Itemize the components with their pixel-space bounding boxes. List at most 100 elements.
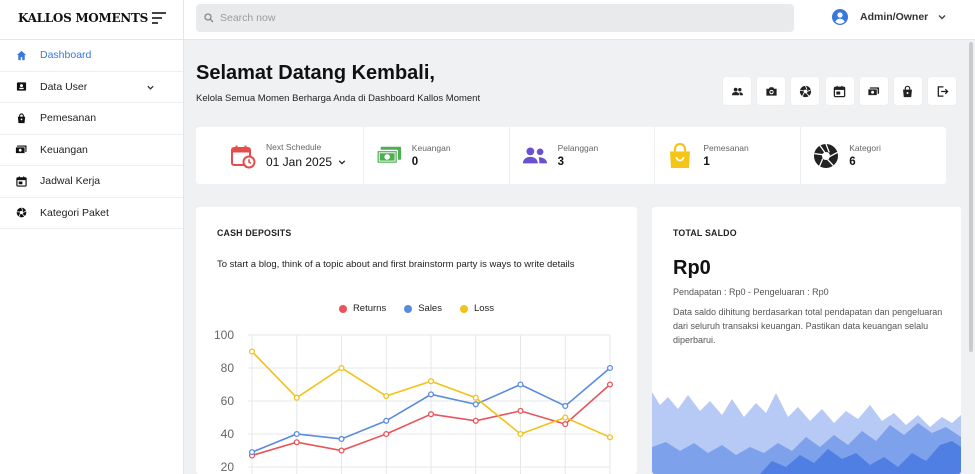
y-tick-label: 100	[214, 328, 234, 342]
sidebar-item-jadwal-kerja[interactable]: Jadwal Kerja	[0, 166, 183, 198]
stat-keuangan[interactable]: Keuangan 0	[364, 127, 510, 184]
user-card-icon	[15, 81, 27, 93]
camera-icon	[766, 86, 777, 96]
card-title: TOTAL SALDO	[673, 228, 737, 238]
data-point-returns	[517, 407, 524, 414]
legend-label: Sales	[418, 303, 442, 314]
bag-icon	[667, 142, 693, 169]
quick-jadwal-button[interactable]	[825, 77, 854, 105]
data-point-sales	[248, 449, 256, 456]
money-icon	[15, 144, 27, 156]
sidebar-item-kategori-paket[interactable]: Kategori Paket	[0, 198, 183, 229]
data-point-loss	[338, 364, 345, 372]
sidebar-item-data-user[interactable]: Data User	[0, 72, 183, 103]
data-point-sales	[427, 391, 435, 398]
sidebar-item-pemesanan[interactable]: Pemesanan	[0, 103, 183, 135]
y-tick-label: 80	[221, 361, 235, 375]
search-bar[interactable]	[196, 4, 794, 32]
cash-deposits-line-chart: 20 40 60 80 100	[214, 328, 614, 474]
data-point-loss	[293, 394, 300, 401]
menu-toggle-icon[interactable]	[152, 12, 166, 24]
y-tick-label: 60	[221, 394, 235, 408]
data-point-sales	[383, 417, 390, 424]
stat-pemesanan[interactable]: Pemesanan 1	[655, 127, 802, 184]
scrollbar-thumb[interactable]	[969, 42, 973, 352]
app-logo[interactable]: KALLOS MOMENTS	[18, 11, 148, 25]
data-point-loss	[606, 434, 614, 441]
sidebar-item-dashboard[interactable]: Dashboard	[0, 40, 183, 72]
stat-value: 3	[557, 156, 564, 168]
money-icon	[376, 143, 402, 169]
stat-value: 01 Jan 2025	[266, 155, 333, 169]
stat-next-schedule: Next Schedule 01 Jan 2025	[196, 127, 364, 184]
page-subtitle: Kelola Semua Momen Berharga Anda di Dash…	[196, 93, 481, 104]
calendar-icon	[15, 175, 27, 187]
quick-kategori-button[interactable]	[791, 77, 820, 105]
data-point-loss	[383, 393, 390, 400]
sidebar-item-label: Data User	[40, 80, 88, 93]
logout-button[interactable]	[928, 77, 957, 105]
stat-pelanggan[interactable]: Pelanggan 3	[510, 127, 656, 184]
quick-actions	[723, 77, 962, 105]
logout-icon	[937, 85, 949, 97]
legend-label: Loss	[473, 303, 495, 314]
schedule-date-select[interactable]: 01 Jan 2025	[266, 155, 346, 169]
legend-label: Returns	[352, 303, 387, 314]
data-point-loss	[427, 378, 435, 385]
data-point-sales	[606, 364, 614, 372]
saldo-note: Data saldo dihitung berdasarkan total pe…	[673, 307, 943, 345]
legend-item-returns[interactable]: Returns	[338, 303, 387, 314]
chevron-down-icon[interactable]	[146, 83, 155, 92]
data-point-sales	[293, 430, 300, 438]
user-avatar-icon	[832, 9, 848, 25]
chart-legend: Returns Sales Loss	[196, 303, 637, 314]
page-scrollbar[interactable]	[967, 40, 975, 474]
money-icon	[867, 86, 880, 96]
sidebar-item-label: Keuangan	[40, 143, 88, 156]
legend-item-sales[interactable]: Sales	[404, 303, 442, 314]
search-icon	[204, 13, 214, 23]
data-point-returns	[562, 421, 569, 428]
calendar-clock-icon	[230, 143, 256, 169]
quick-camera-button[interactable]	[757, 77, 786, 105]
home-icon	[15, 49, 27, 61]
chevron-down-icon	[938, 15, 946, 20]
quick-keuangan-button[interactable]	[859, 77, 888, 105]
sidebar-divider	[183, 0, 184, 474]
stat-kategori[interactable]: Kategori 6	[801, 127, 946, 184]
aperture-icon	[813, 143, 839, 169]
stats-panel: Next Schedule 01 Jan 2025 Keuangan 0 Pel…	[196, 127, 946, 184]
top-bar: KALLOS MOMENTS Admin/Owner	[0, 0, 975, 40]
quick-users-button[interactable]	[723, 77, 751, 105]
data-point-loss	[248, 348, 256, 355]
stat-label: Kategori	[849, 143, 881, 153]
sidebar-item-keuangan[interactable]: Keuangan	[0, 135, 183, 166]
stat-value: 6	[849, 156, 856, 168]
search-input[interactable]	[220, 12, 780, 24]
bag-icon	[15, 112, 27, 124]
chevron-down-icon	[338, 160, 346, 165]
sidebar: Dashboard Data User Pemesanan Keuangan J…	[0, 40, 183, 474]
legend-dot	[404, 304, 413, 313]
sidebar-item-label: Dashboard	[40, 49, 92, 62]
data-point-loss	[517, 430, 524, 438]
quick-pemesanan-button[interactable]	[893, 77, 922, 105]
user-name: Admin/Owner	[860, 11, 929, 23]
card-title: CASH DEPOSITS	[217, 228, 292, 238]
stat-value: 1	[703, 156, 710, 168]
y-tick-label: 20	[221, 460, 235, 474]
bag-icon	[903, 85, 913, 97]
legend-item-loss[interactable]: Loss	[459, 303, 495, 314]
user-menu[interactable]: Admin/Owner	[832, 9, 947, 25]
people-icon	[731, 87, 743, 95]
stat-label: Keuangan	[411, 143, 451, 153]
sidebar-item-label: Kategori Paket	[40, 206, 109, 219]
saldo-wave-decoration	[652, 392, 961, 474]
people-icon	[522, 143, 548, 169]
data-point-sales	[472, 401, 479, 408]
legend-dot	[338, 304, 347, 313]
data-point-loss	[472, 394, 479, 401]
data-point-sales	[562, 402, 569, 409]
y-tick-label: 40	[221, 427, 235, 441]
sidebar-item-label: Jadwal Kerja	[40, 175, 101, 188]
